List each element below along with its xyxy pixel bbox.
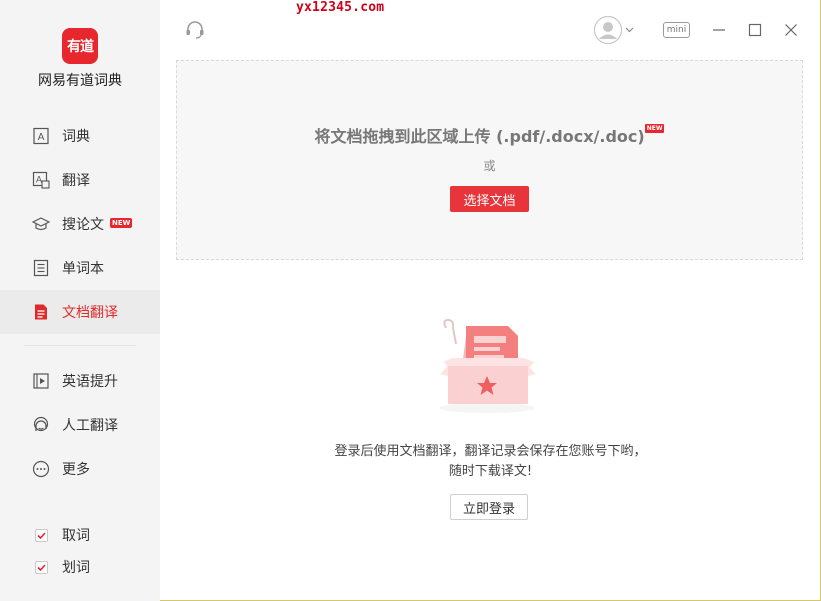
chevron-down-icon[interactable] <box>624 25 634 35</box>
upload-title-text: 将文档拖拽到此区域上传 (.pdf/.docx/.doc) <box>314 127 645 146</box>
login-button[interactable]: 立即登录 <box>450 494 528 520</box>
headset-icon[interactable] <box>183 18 207 42</box>
sidebar-item-label: 英语提升 <box>62 374 118 390</box>
app-logo: 有道 <box>62 28 98 64</box>
check-label: 取词 <box>62 528 90 544</box>
sidebar-item-label: 更多 <box>62 462 90 478</box>
upload-dropzone[interactable]: 将文档拖拽到此区域上传 (.pdf/.docx/.doc) NEW 或 选择文档 <box>176 60 803 260</box>
user-avatar[interactable] <box>593 15 623 45</box>
sidebar-divider <box>24 345 136 346</box>
select-document-button[interactable]: 选择文档 <box>450 186 529 212</box>
sidebar-item-translate[interactable]: A 翻译 <box>0 158 160 202</box>
app-name: 网易有道词典 <box>38 73 122 89</box>
sidebar-item-more[interactable]: 更多 <box>0 447 160 491</box>
sidebar-item-label: 单词本 <box>62 261 104 277</box>
sidebar: 有道 网易有道词典 A 词典 A 翻译 搜论文 NEW 单词本 文档翻译 英语提… <box>0 0 160 601</box>
new-badge: NEW <box>110 218 133 228</box>
watermark: yx12345.com <box>296 0 385 15</box>
more-icon <box>32 460 50 478</box>
empty-box-illustration <box>430 318 545 418</box>
translate-icon: A <box>32 171 50 189</box>
sidebar-item-english-boost[interactable]: 英语提升 <box>0 359 160 403</box>
sidebar-item-label: 翻译 <box>62 173 90 189</box>
sidebar-item-human-translate[interactable]: 人工翻译 <box>0 403 160 447</box>
sidebar-item-label: 搜论文 <box>62 217 104 233</box>
sidebar-item-papers[interactable]: 搜论文 NEW <box>0 202 160 246</box>
close-icon[interactable] <box>783 22 799 38</box>
check-row-capture-word[interactable]: 取词 <box>0 523 160 547</box>
sidebar-item-wordbook[interactable]: 单词本 <box>0 246 160 290</box>
new-badge: NEW <box>644 124 665 133</box>
svg-text:A: A <box>38 132 45 143</box>
check-icon <box>37 531 46 539</box>
dictionary-icon: A <box>32 127 50 145</box>
check-row-select-word[interactable]: 划词 <box>0 555 160 579</box>
app-window: 有道 网易有道词典 A 词典 A 翻译 搜论文 NEW 单词本 文档翻译 英语提… <box>0 0 821 601</box>
upload-or-text: 或 <box>483 159 496 173</box>
video-play-icon <box>32 372 50 390</box>
maximize-icon[interactable] <box>747 22 763 38</box>
sidebar-item-label: 词典 <box>62 129 90 145</box>
mini-mode-button[interactable]: mini <box>663 22 690 38</box>
select-word-checkbox[interactable] <box>35 560 48 574</box>
human-translate-icon <box>32 416 50 434</box>
check-label: 划词 <box>62 560 90 576</box>
empty-state-line-1: 登录后使用文档翻译，翻译记录会保存在您账号下哟， <box>334 444 647 459</box>
wordbook-icon <box>32 259 50 277</box>
graduation-cap-icon <box>32 215 50 233</box>
sidebar-item-dictionary[interactable]: A 词典 <box>0 114 160 158</box>
document-icon <box>32 303 50 321</box>
check-icon <box>37 563 46 571</box>
minimize-icon[interactable] <box>711 22 727 38</box>
sidebar-item-document-translate[interactable]: 文档翻译 <box>0 290 160 334</box>
empty-state-line-2: 随时下载译文! <box>448 464 533 479</box>
capture-word-checkbox[interactable] <box>35 528 48 542</box>
sidebar-item-label: 文档翻译 <box>62 305 118 321</box>
upload-title: 将文档拖拽到此区域上传 (.pdf/.docx/.doc) NEW <box>177 123 802 147</box>
sidebar-item-label: 人工翻译 <box>62 418 118 434</box>
avatar-icon <box>593 15 623 45</box>
